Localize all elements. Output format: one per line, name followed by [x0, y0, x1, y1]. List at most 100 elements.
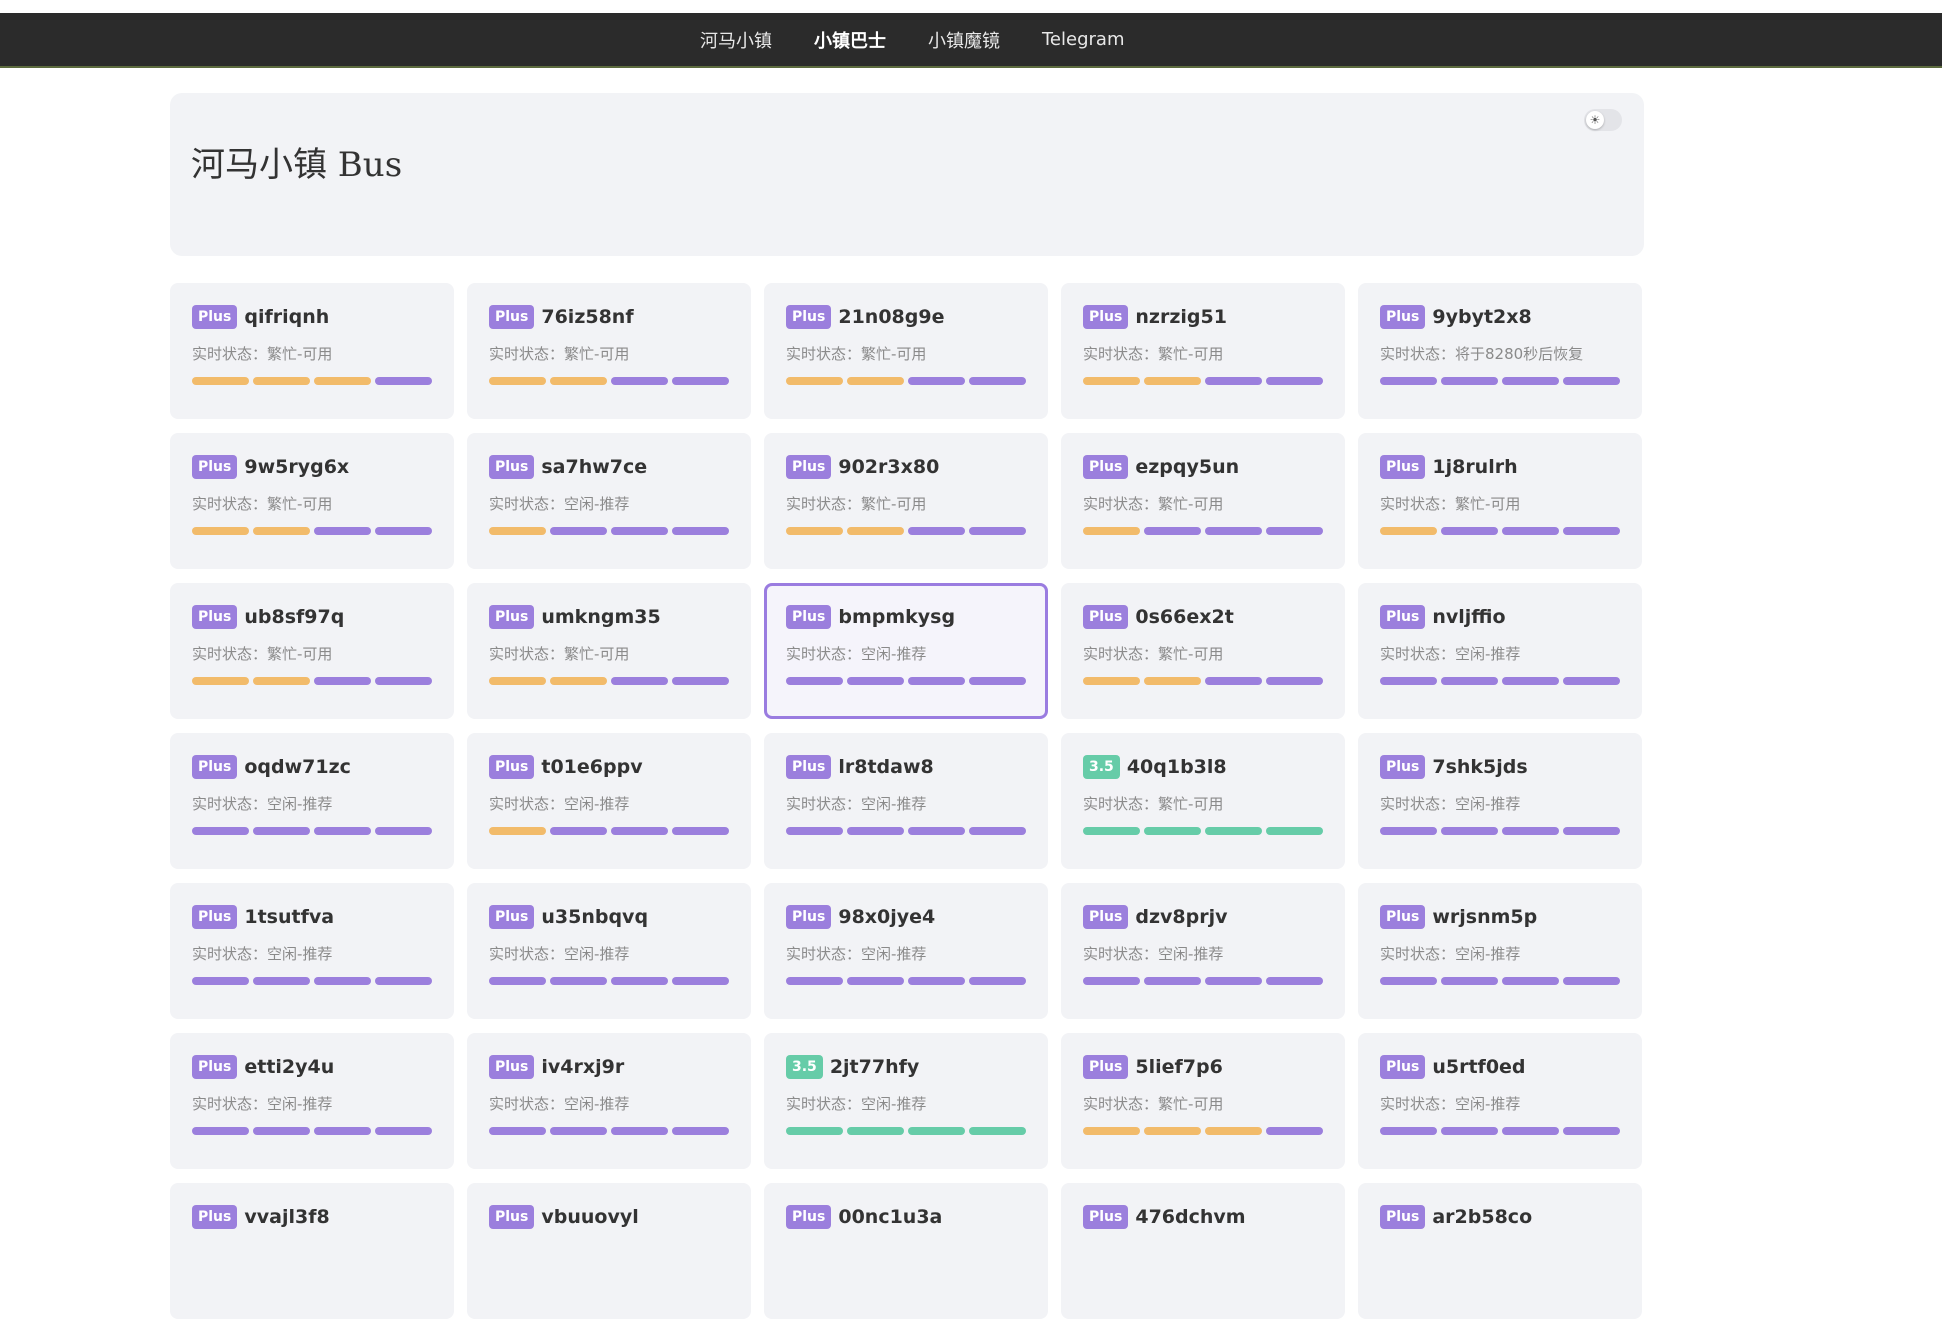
usage-bar-idle	[375, 1127, 432, 1135]
usage-bar-busy	[489, 827, 546, 835]
account-card[interactable]: Plus 9w5ryg6x 实时状态：繁忙-可用	[170, 433, 454, 569]
usage-bars	[1380, 677, 1620, 685]
status-text: 实时状态：将于8280秒后恢复	[1380, 345, 1584, 363]
account-card[interactable]: Plus nvljffio 实时状态：空闲-推荐	[1358, 583, 1642, 719]
account-card[interactable]: Plus umkngm35 实时状态：繁忙-可用	[467, 583, 751, 719]
usage-bar-busy	[1144, 377, 1201, 385]
account-card[interactable]: Plus 0s66ex2t 实时状态：繁忙-可用	[1061, 583, 1345, 719]
account-card[interactable]: Plus 9ybyt2x8 实时状态：将于8280秒后恢复	[1358, 283, 1642, 419]
account-card[interactable]: Plus 00nc1u3a	[764, 1183, 1048, 1319]
account-card[interactable]: 3.5 40q1b3l8 实时状态：繁忙-可用	[1061, 733, 1345, 869]
account-card[interactable]: Plus dzv8prjv 实时状态：空闲-推荐	[1061, 883, 1345, 1019]
usage-bar-busy	[1380, 527, 1437, 535]
usage-bar-idle	[1380, 377, 1437, 385]
usage-bar-green	[908, 1127, 965, 1135]
account-card[interactable]: Plus u35nbqvq 实时状态：空闲-推荐	[467, 883, 751, 1019]
usage-bar-idle	[1441, 377, 1498, 385]
account-card[interactable]: Plus 76iz58nf 实时状态：繁忙-可用	[467, 283, 751, 419]
usage-bar-idle	[489, 977, 546, 985]
usage-bar-busy	[1083, 527, 1140, 535]
card-header: Plus u5rtf0ed	[1380, 1053, 1620, 1081]
account-card[interactable]: Plus 5lief7p6 实时状态：繁忙-可用	[1061, 1033, 1345, 1169]
account-card[interactable]: 3.5 2jt77hfy 实时状态：空闲-推荐	[764, 1033, 1048, 1169]
plan-badge: Plus	[1083, 1055, 1129, 1079]
usage-bars	[1380, 377, 1620, 385]
usage-bar-idle	[847, 677, 904, 685]
usage-bars	[192, 827, 432, 835]
theme-toggle[interactable]: ☀	[1584, 109, 1622, 131]
status-text: 实时状态：繁忙-可用	[1083, 645, 1224, 663]
account-name: sa7hw7ce	[541, 456, 648, 478]
usage-bar-idle	[314, 827, 371, 835]
account-card[interactable]: Plus ezpqy5un 实时状态：繁忙-可用	[1061, 433, 1345, 569]
plan-badge: Plus	[192, 1205, 238, 1229]
account-card[interactable]: Plus 1j8rulrh 实时状态：繁忙-可用	[1358, 433, 1642, 569]
usage-bar-idle	[550, 827, 607, 835]
account-name: ub8sf97q	[244, 606, 345, 628]
account-card[interactable]: Plus 1tsutfva 实时状态：空闲-推荐	[170, 883, 454, 1019]
account-name: 9w5ryg6x	[244, 456, 350, 478]
plan-badge: Plus	[489, 305, 535, 329]
account-card[interactable]: Plus vbuuovyl	[467, 1183, 751, 1319]
usage-bar-idle	[672, 977, 729, 985]
nav-item-hema-town[interactable]: 河马小镇	[700, 27, 772, 53]
account-card[interactable]: Plus lr8tdaw8 实时状态：空闲-推荐	[764, 733, 1048, 869]
status-text	[489, 1243, 729, 1263]
account-card[interactable]: Plus 902r3x80 实时状态：繁忙-可用	[764, 433, 1048, 569]
card-header: Plus 0s66ex2t	[1083, 603, 1323, 631]
usage-bars	[489, 827, 729, 835]
usage-bar-idle	[1380, 977, 1437, 985]
account-card[interactable]: Plus 21n08g9e 实时状态：繁忙-可用	[764, 283, 1048, 419]
account-card[interactable]: Plus wrjsnm5p 实时状态：空闲-推荐	[1358, 883, 1642, 1019]
usage-bar-busy	[786, 527, 843, 535]
account-card[interactable]: Plus vvajl3f8	[170, 1183, 454, 1319]
usage-bar-idle	[375, 527, 432, 535]
account-card[interactable]: Plus iv4rxj9r 实时状态：空闲-推荐	[467, 1033, 751, 1169]
usage-bar-idle	[672, 527, 729, 535]
usage-bar-idle	[1502, 1127, 1559, 1135]
usage-bar-idle	[672, 677, 729, 685]
account-name: 98x0jye4	[838, 906, 936, 928]
account-name: lr8tdaw8	[838, 756, 934, 778]
card-header: Plus qifriqnh	[192, 303, 432, 331]
usage-bar-idle	[550, 977, 607, 985]
plan-badge: Plus	[489, 1055, 535, 1079]
account-name: ezpqy5un	[1135, 456, 1240, 478]
status-text: 实时状态：繁忙-可用	[192, 345, 333, 363]
usage-bar-idle	[908, 977, 965, 985]
account-card[interactable]: Plus ar2b58co	[1358, 1183, 1642, 1319]
account-card[interactable]: Plus u5rtf0ed 实时状态：空闲-推荐	[1358, 1033, 1642, 1169]
status-text	[192, 1243, 432, 1263]
usage-bar-idle	[786, 977, 843, 985]
usage-bar-idle	[192, 827, 249, 835]
account-card[interactable]: Plus 7shk5jds 实时状态：空闲-推荐	[1358, 733, 1642, 869]
status-text: 实时状态：空闲-推荐	[192, 945, 333, 963]
status-text: 实时状态：繁忙-可用	[1083, 795, 1224, 813]
nav-item-town-bus[interactable]: 小镇巴士	[814, 27, 886, 53]
account-card[interactable]: Plus ub8sf97q 实时状态：繁忙-可用	[170, 583, 454, 719]
nav-item-town-mirror[interactable]: 小镇魔镜	[928, 27, 1000, 53]
usage-bar-idle	[489, 1127, 546, 1135]
usage-bar-idle	[1266, 377, 1323, 385]
account-card[interactable]: Plus etti2y4u 实时状态：空闲-推荐	[170, 1033, 454, 1169]
usage-bar-idle	[611, 377, 668, 385]
account-card[interactable]: Plus nzrzig51 实时状态：繁忙-可用	[1061, 283, 1345, 419]
status-text: 实时状态：空闲-推荐	[786, 1095, 927, 1113]
plan-badge: Plus	[1380, 455, 1426, 479]
account-card[interactable]: Plus qifriqnh 实时状态：繁忙-可用	[170, 283, 454, 419]
account-card[interactable]: Plus 98x0jye4 实时状态：空闲-推荐	[764, 883, 1048, 1019]
status-text: 实时状态：繁忙-可用	[786, 495, 927, 513]
account-card[interactable]: Plus oqdw71zc 实时状态：空闲-推荐	[170, 733, 454, 869]
usage-bar-busy	[253, 677, 310, 685]
status-text: 实时状态：空闲-推荐	[489, 945, 630, 963]
usage-bar-green	[1205, 827, 1262, 835]
usage-bar-idle	[908, 527, 965, 535]
account-name: 0s66ex2t	[1135, 606, 1234, 628]
account-card[interactable]: Plus sa7hw7ce 实时状态：空闲-推荐	[467, 433, 751, 569]
account-name: dzv8prjv	[1135, 906, 1228, 928]
nav-item-telegram[interactable]: Telegram	[1042, 29, 1124, 50]
account-card[interactable]: Plus 476dchvm	[1061, 1183, 1345, 1319]
account-card[interactable]: Plus t01e6ppv 实时状态：空闲-推荐	[467, 733, 751, 869]
usage-bar-idle	[550, 527, 607, 535]
account-card[interactable]: Plus bmpmkysg 实时状态：空闲-推荐	[764, 583, 1048, 719]
